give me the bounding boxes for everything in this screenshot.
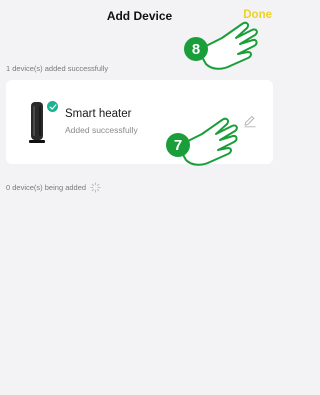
adding-count-label: 0 device(s) being added: [6, 183, 87, 192]
heater-image: [29, 102, 45, 143]
adding-count-row: 0 device(s) being added: [6, 182, 101, 193]
loading-spinner-icon: [90, 182, 101, 193]
device-name: Smart heater: [65, 108, 132, 120]
check-circle-icon: [46, 100, 59, 113]
page-title: Add Device: [106, 9, 173, 23]
pencil-icon[interactable]: [243, 114, 257, 128]
header: Add Device Done: [0, 0, 279, 34]
added-count-label: 1 device(s) added successfully: [6, 64, 109, 73]
device-card[interactable]: Smart heater Added successfully: [6, 80, 273, 164]
step-8-number: 8: [192, 41, 200, 58]
device-status: Added successfully: [65, 125, 138, 135]
add-device-screen: Add Device Done 1 device(s) added succes…: [0, 0, 279, 395]
done-button[interactable]: Done: [243, 9, 272, 21]
